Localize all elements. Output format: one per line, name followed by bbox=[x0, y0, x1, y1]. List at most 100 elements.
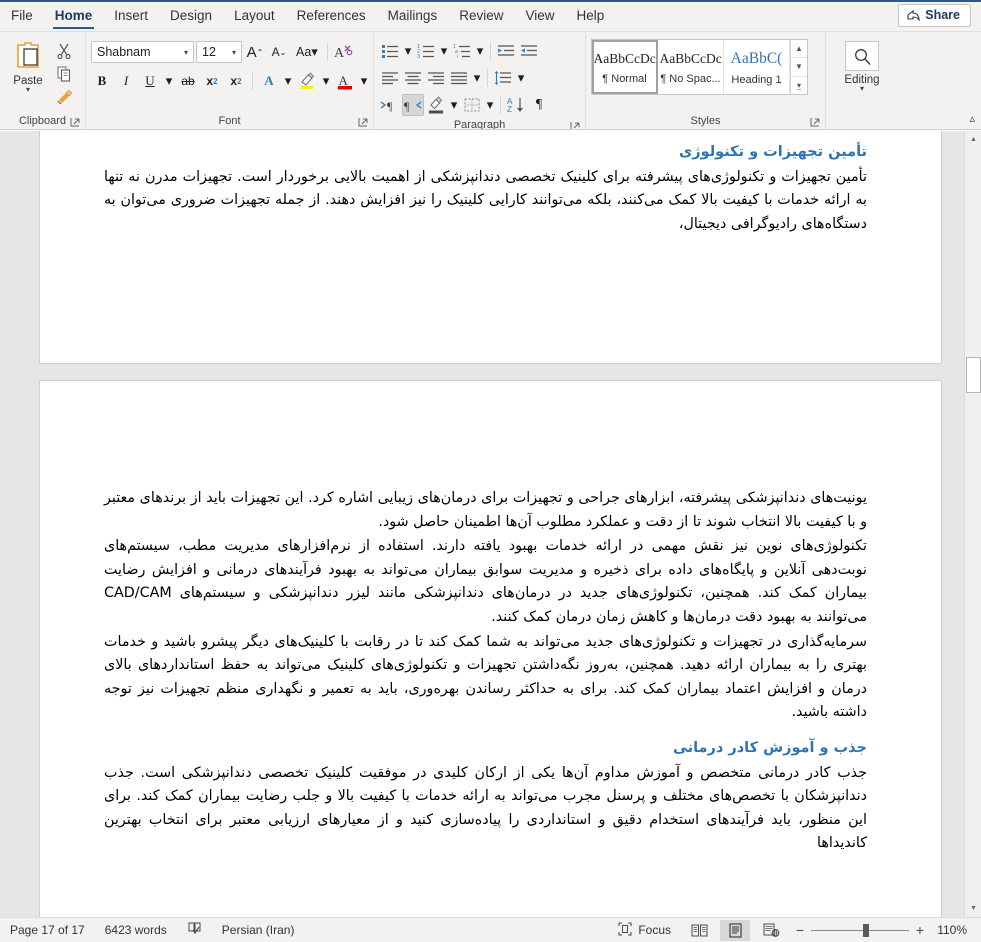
collapse-ribbon-icon[interactable]: ▵ bbox=[969, 112, 975, 125]
page-1-content[interactable]: تأمین تجهیزات و تکنولوژی تأمین تجهیزات و… bbox=[40, 131, 941, 237]
zoom-slider-thumb[interactable] bbox=[863, 923, 869, 937]
paragraph-page2-1: یونیت‌های دندانپزشکی پیشرفته، ابزارهای ج… bbox=[104, 490, 867, 530]
underline-chevron-down-icon[interactable]: ▾ bbox=[163, 70, 175, 92]
underline-button[interactable]: U bbox=[139, 70, 161, 92]
bullets-icon[interactable] bbox=[379, 40, 401, 62]
scroll-down-icon[interactable]: ▼ bbox=[965, 900, 981, 917]
scroll-up-icon[interactable]: ▲ bbox=[965, 131, 981, 148]
style-scroll-up-icon[interactable]: ▲ bbox=[791, 40, 807, 59]
subscript-button[interactable]: x2 bbox=[201, 70, 223, 92]
tab-layout[interactable]: Layout bbox=[223, 0, 286, 31]
scrollbar-thumb[interactable] bbox=[966, 357, 981, 393]
style-no-spacing[interactable]: AaBbCcDc ¶ No Spac... bbox=[658, 40, 724, 94]
style-heading-1[interactable]: AaBbC( Heading 1 bbox=[724, 40, 790, 94]
tab-home[interactable]: Home bbox=[44, 0, 104, 31]
zoom-slider-track[interactable] bbox=[811, 923, 909, 937]
ribbon-group-font: Shabnam ▾ 12 ▾ A ⌃ A ⌄ Aa ▾ A B I U ▾ ab… bbox=[86, 32, 374, 129]
font-dialog-launcher[interactable] bbox=[358, 117, 369, 128]
editing-button[interactable]: Editing ▾ bbox=[831, 37, 893, 93]
tab-mailings[interactable]: Mailings bbox=[377, 0, 449, 31]
align-right-icon[interactable] bbox=[425, 67, 447, 89]
language-indicator[interactable]: Persian (Iran) bbox=[212, 923, 305, 937]
text-effects-button[interactable]: A bbox=[258, 70, 280, 92]
font-color-chevron-down-icon[interactable]: ▾ bbox=[358, 70, 370, 92]
tab-view[interactable]: View bbox=[514, 0, 565, 31]
left-to-right-icon[interactable]: ¶ bbox=[379, 94, 401, 116]
borders-icon[interactable] bbox=[461, 94, 483, 116]
web-layout-icon[interactable] bbox=[756, 920, 786, 941]
style-normal[interactable]: AaBbCcDc ¶ Normal bbox=[592, 40, 658, 94]
zoom-level[interactable]: 110% bbox=[931, 923, 975, 937]
tab-help[interactable]: Help bbox=[566, 0, 616, 31]
share-button[interactable]: Share bbox=[898, 4, 971, 27]
numbering-chevron-down-icon[interactable]: ▾ bbox=[438, 40, 450, 62]
multilevel-chevron-down-icon[interactable]: ▾ bbox=[474, 40, 486, 62]
numbering-icon[interactable]: 123 bbox=[415, 40, 437, 62]
tab-design[interactable]: Design bbox=[159, 0, 223, 31]
superscript-button[interactable]: x2 bbox=[225, 70, 247, 92]
copy-icon[interactable] bbox=[51, 63, 77, 85]
align-center-icon[interactable] bbox=[402, 67, 424, 89]
print-layout-icon[interactable] bbox=[720, 919, 750, 941]
heading-jazb-va-amoozesh: جذب و آموزش کادر درمانی bbox=[673, 739, 867, 756]
show-formatting-marks-icon[interactable]: ¶ bbox=[528, 94, 550, 116]
shrink-font-button[interactable]: A ⌄ bbox=[268, 41, 290, 63]
clipboard-dialog-launcher[interactable] bbox=[70, 117, 81, 128]
editing-chevron-down-icon[interactable]: ▾ bbox=[860, 85, 864, 93]
borders-chevron-down-icon[interactable]: ▾ bbox=[484, 94, 496, 116]
format-painter-icon[interactable] bbox=[51, 86, 77, 108]
text-effects-chevron-down-icon[interactable]: ▾ bbox=[282, 70, 294, 92]
line-spacing-icon[interactable] bbox=[492, 67, 514, 89]
ribbon-group-paragraph: ▾ 123 ▾ 1ai ▾ ▾ ▾ ¶ ¶ ▾ ▾ A Z ¶ Paragrap… bbox=[374, 32, 586, 129]
justify-icon[interactable] bbox=[448, 67, 470, 89]
zoom-out-button[interactable]: − bbox=[789, 922, 811, 938]
style-gallery-scroll: ▲ ▼ ▾̲ bbox=[790, 40, 807, 94]
align-left-icon[interactable] bbox=[379, 67, 401, 89]
font-size-combo[interactable]: 12 ▾ bbox=[196, 41, 242, 63]
tab-insert[interactable]: Insert bbox=[103, 0, 159, 31]
line-spacing-chevron-down-icon[interactable]: ▾ bbox=[515, 67, 527, 89]
tab-review[interactable]: Review bbox=[448, 0, 514, 31]
word-count[interactable]: 6423 words bbox=[95, 923, 177, 937]
paste-icon bbox=[13, 39, 43, 74]
decrease-indent-icon[interactable] bbox=[495, 40, 517, 62]
shading-icon[interactable] bbox=[425, 94, 447, 116]
italic-button[interactable]: I bbox=[115, 70, 137, 92]
style-scroll-down-icon[interactable]: ▼ bbox=[791, 58, 807, 77]
increase-indent-icon[interactable] bbox=[518, 40, 540, 62]
page-2-content[interactable]: یونیت‌های دندانپزشکی پیشرفته، ابزارهای ج… bbox=[40, 381, 941, 856]
proofing-status[interactable] bbox=[177, 921, 212, 939]
highlight-button[interactable] bbox=[296, 70, 318, 92]
cut-icon[interactable] bbox=[51, 40, 77, 62]
grow-font-button[interactable]: A ⌃ bbox=[244, 41, 266, 63]
paragraph-dialog-launcher[interactable] bbox=[570, 121, 581, 129]
vertical-scrollbar[interactable]: ▲ ▼ bbox=[964, 131, 981, 917]
paste-chevron-down-icon[interactable]: ▾ bbox=[26, 86, 30, 94]
justify-chevron-down-icon[interactable]: ▾ bbox=[471, 67, 483, 89]
change-case-button[interactable]: Aa ▾ bbox=[292, 41, 322, 63]
tab-references[interactable]: References bbox=[286, 0, 377, 31]
style-gallery-more-icon[interactable]: ▾̲ bbox=[791, 77, 807, 94]
strikethrough-button[interactable]: ab bbox=[177, 70, 199, 92]
clear-formatting-button[interactable]: A bbox=[333, 41, 355, 63]
tab-file[interactable]: File bbox=[0, 0, 44, 31]
styles-dialog-launcher[interactable] bbox=[810, 117, 821, 128]
zoom-out-label: − bbox=[795, 922, 805, 938]
font-color-button[interactable]: A bbox=[334, 70, 356, 92]
font-name-combo[interactable]: Shabnam ▾ bbox=[91, 41, 194, 63]
read-mode-icon[interactable] bbox=[684, 920, 714, 941]
bold-button[interactable]: B bbox=[91, 70, 113, 92]
zoom-in-button[interactable]: + bbox=[909, 922, 931, 938]
ribbon-tab-bar: File Home Insert Design Layout Reference… bbox=[0, 0, 981, 32]
highlight-chevron-down-icon[interactable]: ▾ bbox=[320, 70, 332, 92]
bullets-chevron-down-icon[interactable]: ▾ bbox=[402, 40, 414, 62]
multilevel-list-icon[interactable]: 1ai bbox=[451, 40, 473, 62]
sort-icon[interactable]: AZ bbox=[505, 94, 527, 116]
paste-button[interactable]: Paste ▾ bbox=[5, 37, 51, 94]
document-page-1: تأمین تجهیزات و تکنولوژی تأمین تجهیزات و… bbox=[39, 131, 942, 364]
page-indicator[interactable]: Page 17 of 17 bbox=[0, 923, 95, 937]
right-to-left-icon[interactable]: ¶ bbox=[402, 93, 424, 116]
shading-chevron-down-icon[interactable]: ▾ bbox=[448, 94, 460, 116]
page-indicator-label: Page 17 of 17 bbox=[10, 923, 85, 937]
focus-mode-button[interactable]: Focus bbox=[608, 921, 681, 939]
